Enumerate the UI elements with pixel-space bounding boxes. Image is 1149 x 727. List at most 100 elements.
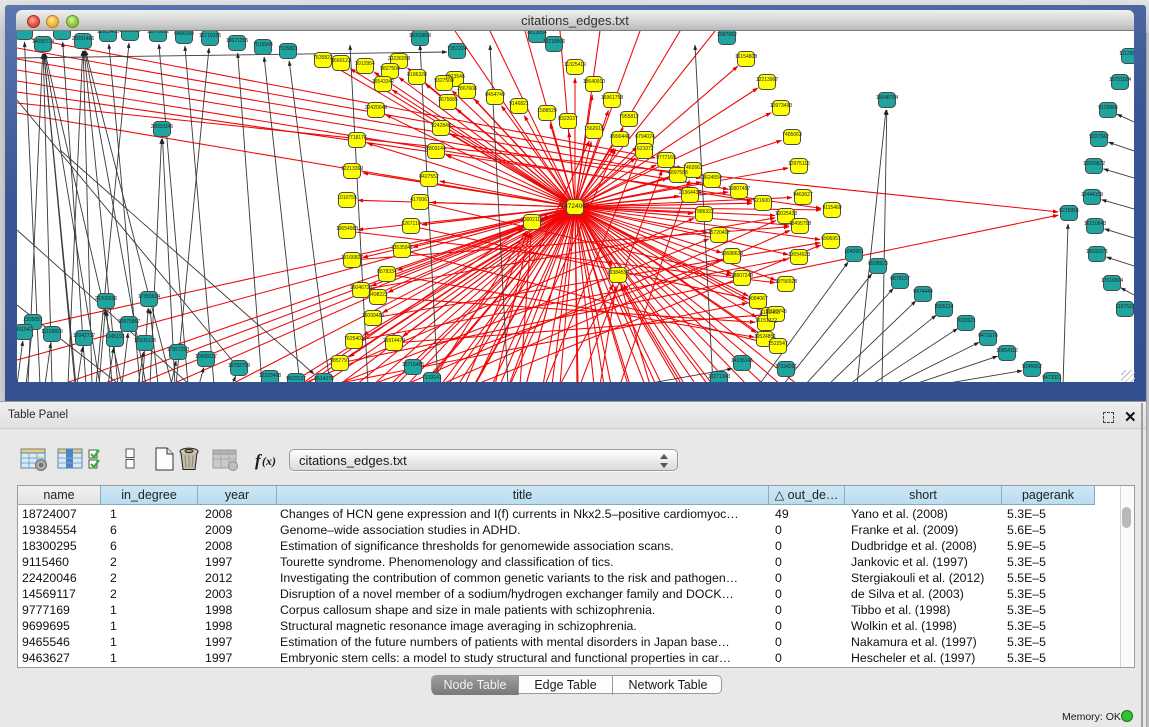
svg-text:19384554: 19384554 — [607, 270, 629, 276]
svg-text:10958117: 10958117 — [195, 354, 217, 360]
svg-text:3912954: 3912954 — [355, 61, 375, 67]
svg-text:8660123: 8660123 — [331, 58, 351, 64]
svg-text:8990448: 8990448 — [610, 134, 630, 140]
svg-text:11325419: 11325419 — [564, 62, 586, 68]
svg-text:18915405: 18915405 — [97, 31, 119, 35]
svg-text:20206536: 20206536 — [95, 296, 117, 302]
svg-text:9084067: 9084067 — [748, 296, 768, 302]
svg-text:8938923: 8938923 — [868, 261, 888, 267]
svg-text:10025433: 10025433 — [775, 211, 797, 217]
svg-text:16543342: 16543342 — [372, 79, 394, 85]
svg-text:10975867: 10975867 — [118, 319, 140, 325]
svg-text:16033809: 16033809 — [409, 33, 431, 39]
svg-text:11156829: 11156829 — [41, 329, 63, 335]
svg-text:18640910: 18640910 — [583, 79, 605, 85]
svg-text:(x): (x) — [262, 454, 276, 468]
svg-text:7357224: 7357224 — [447, 46, 467, 52]
svg-text:9227342: 9227342 — [1089, 134, 1109, 140]
svg-text:9827500: 9827500 — [380, 66, 400, 72]
svg-text:7462662: 7462662 — [683, 165, 703, 171]
svg-text:3498222: 3498222 — [368, 292, 388, 298]
svg-text:1145193: 1145193 — [105, 334, 124, 340]
svg-text:9242848: 9242848 — [431, 123, 451, 129]
svg-text:2803144: 2803144 — [426, 146, 446, 152]
svg-text:9463627: 9463627 — [793, 192, 813, 198]
svg-text:2718176: 2718176 — [347, 135, 367, 141]
svg-text:12975115: 12975115 — [788, 161, 810, 167]
svg-text:9146821: 9146821 — [509, 101, 529, 107]
svg-text:9115460: 9115460 — [822, 205, 841, 211]
svg-text:19756928: 19756928 — [775, 279, 797, 285]
svg-text:18807249: 18807249 — [731, 273, 753, 279]
svg-text:11123525: 11123525 — [1119, 51, 1134, 57]
svg-text:18724007: 18724007 — [561, 203, 590, 210]
svg-text:12213967: 12213967 — [756, 77, 778, 83]
svg-text:19218506: 19218506 — [543, 39, 565, 45]
svg-text:12942737: 12942737 — [73, 333, 95, 339]
svg-text:12505135: 12505135 — [134, 338, 156, 344]
svg-text:8186328: 8186328 — [407, 72, 427, 78]
svg-text:9857791: 9857791 — [330, 358, 350, 364]
svg-text:10807487: 10807487 — [728, 186, 750, 192]
svg-text:12323468: 12323468 — [259, 373, 281, 379]
svg-text:8471676: 8471676 — [978, 333, 998, 339]
svg-text:16210643: 16210643 — [1084, 221, 1106, 227]
svg-text:7485063: 7485063 — [782, 132, 802, 138]
svg-text:23002113: 23002113 — [521, 217, 543, 223]
svg-text:9777169: 9777169 — [656, 155, 676, 161]
svg-text:11120746: 11120746 — [765, 309, 787, 315]
svg-text:15692071: 15692071 — [1086, 249, 1108, 255]
svg-text:14136141: 14136141 — [731, 358, 753, 364]
svg-text:1010755: 1010755 — [337, 195, 357, 201]
svg-text:23226058: 23226058 — [388, 56, 410, 62]
svg-text:22420046: 22420046 — [365, 105, 387, 111]
svg-text:17359934: 17359934 — [138, 294, 160, 300]
svg-text:10688639: 10688639 — [721, 251, 743, 257]
svg-text:17016504: 17016504 — [1101, 278, 1123, 284]
svg-text:7986322: 7986322 — [694, 209, 714, 215]
svg-text:12093872: 12093872 — [1083, 161, 1105, 167]
svg-text:7955812: 7955812 — [619, 114, 639, 120]
svg-text:16961758: 16961758 — [601, 95, 623, 101]
svg-text:16046736: 16046736 — [350, 285, 372, 291]
svg-text:7515546: 7515546 — [253, 42, 273, 48]
svg-text:9620137: 9620137 — [286, 376, 306, 382]
svg-text:15720407: 15720407 — [708, 230, 730, 236]
svg-text:2087682: 2087682 — [717, 32, 737, 38]
svg-text:13535941: 13535941 — [391, 245, 413, 251]
svg-text:12444159: 12444159 — [1081, 192, 1103, 198]
svg-text:8578334: 8578334 — [377, 269, 397, 275]
svg-text:16151372: 16151372 — [755, 318, 777, 324]
svg-text:9473321: 9473321 — [1042, 375, 1062, 381]
svg-text:391541: 391541 — [17, 327, 33, 333]
svg-text:15276602: 15276602 — [147, 31, 169, 35]
svg-text:6216001: 6216001 — [753, 198, 773, 204]
svg-text:16782759: 16782759 — [228, 363, 250, 369]
svg-text:7133525: 7133525 — [17, 31, 34, 33]
svg-text:8454749: 8454749 — [485, 92, 505, 98]
svg-text:8813054: 8813054 — [527, 31, 547, 36]
svg-text:7133141: 7133141 — [422, 375, 442, 381]
svg-text:19166827: 19166827 — [341, 255, 363, 261]
svg-text:20053346: 20053346 — [151, 124, 173, 130]
svg-text:6794024: 6794024 — [635, 134, 655, 140]
svg-text:21364436: 21364436 — [679, 190, 701, 196]
svg-text:15751024: 15751024 — [1109, 77, 1131, 83]
svg-text:7635821: 7635821 — [278, 46, 298, 52]
svg-text:3624554: 3624554 — [702, 175, 722, 181]
svg-text:20091406: 20091406 — [72, 36, 94, 42]
svg-text:2935114: 2935114 — [934, 304, 953, 310]
svg-text:16648764: 16648764 — [876, 95, 898, 101]
svg-text:1640951: 1640951 — [844, 249, 864, 255]
svg-text:16154808: 16154808 — [735, 54, 757, 60]
svg-text:17957253: 17957253 — [167, 347, 189, 353]
svg-text:8427552: 8427552 — [419, 174, 439, 180]
svg-text:1588520: 1588520 — [537, 108, 557, 114]
svg-text:10271343: 10271343 — [708, 374, 730, 380]
svg-text:2867608: 2867608 — [457, 86, 477, 92]
svg-text:6996951: 6996951 — [821, 236, 841, 242]
svg-text:8215955: 8215955 — [1059, 208, 1079, 214]
svg-text:10973493: 10973493 — [770, 103, 792, 109]
svg-text:19524851: 19524851 — [754, 334, 776, 340]
svg-text:1335051: 1335051 — [23, 317, 43, 323]
